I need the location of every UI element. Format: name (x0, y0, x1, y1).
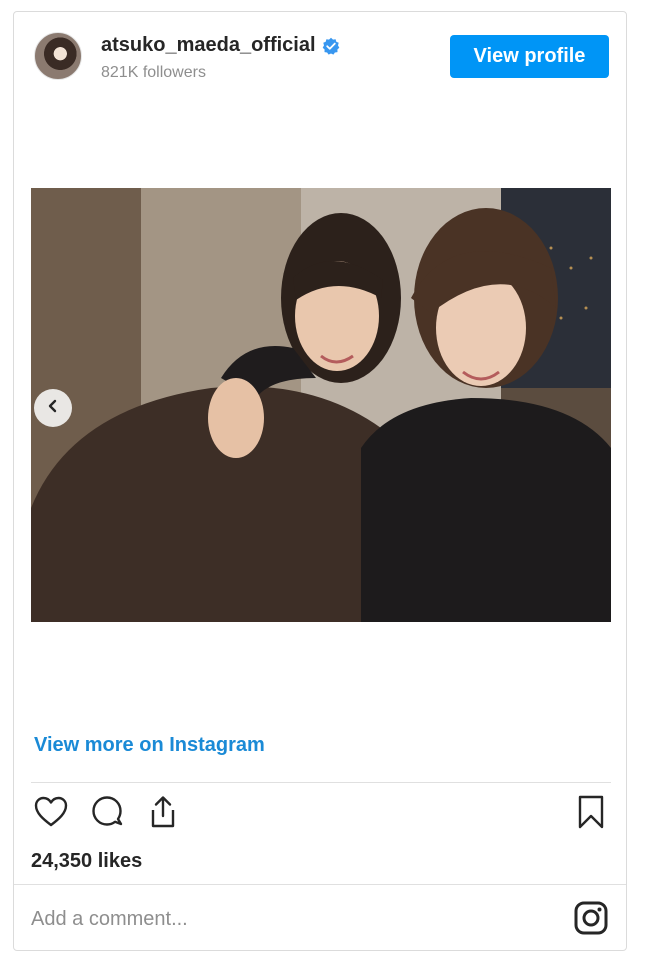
action-bar (31, 794, 611, 839)
divider (31, 782, 611, 783)
comment-row (14, 884, 626, 950)
post-photo[interactable] (31, 188, 611, 622)
share-icon (145, 794, 181, 835)
heart-icon (33, 794, 69, 835)
comment-icon (89, 794, 125, 835)
instagram-embed-card: atsuko_maeda_official 821K followers Vie… (13, 11, 627, 951)
share-button[interactable] (143, 794, 183, 834)
username[interactable]: atsuko_maeda_official (101, 34, 316, 57)
username-row: atsuko_maeda_official (101, 34, 340, 57)
comment-input[interactable] (31, 904, 531, 934)
avatar[interactable] (34, 32, 82, 80)
follower-count: 821K followers (101, 64, 206, 81)
verified-check-icon (322, 37, 340, 55)
carousel-prev-button[interactable] (34, 389, 72, 427)
bookmark-button[interactable] (571, 794, 611, 834)
view-more-link[interactable]: View more on Instagram (34, 734, 265, 757)
instagram-icon[interactable] (573, 900, 609, 936)
post-header: atsuko_maeda_official 821K followers Vie… (14, 12, 626, 102)
like-button[interactable] (31, 794, 71, 834)
chevron-left-icon (45, 398, 61, 419)
view-profile-button[interactable]: View profile (450, 35, 609, 78)
bookmark-icon (573, 794, 609, 835)
like-count: 24,350 likes (31, 850, 143, 872)
comment-button[interactable] (87, 794, 127, 834)
